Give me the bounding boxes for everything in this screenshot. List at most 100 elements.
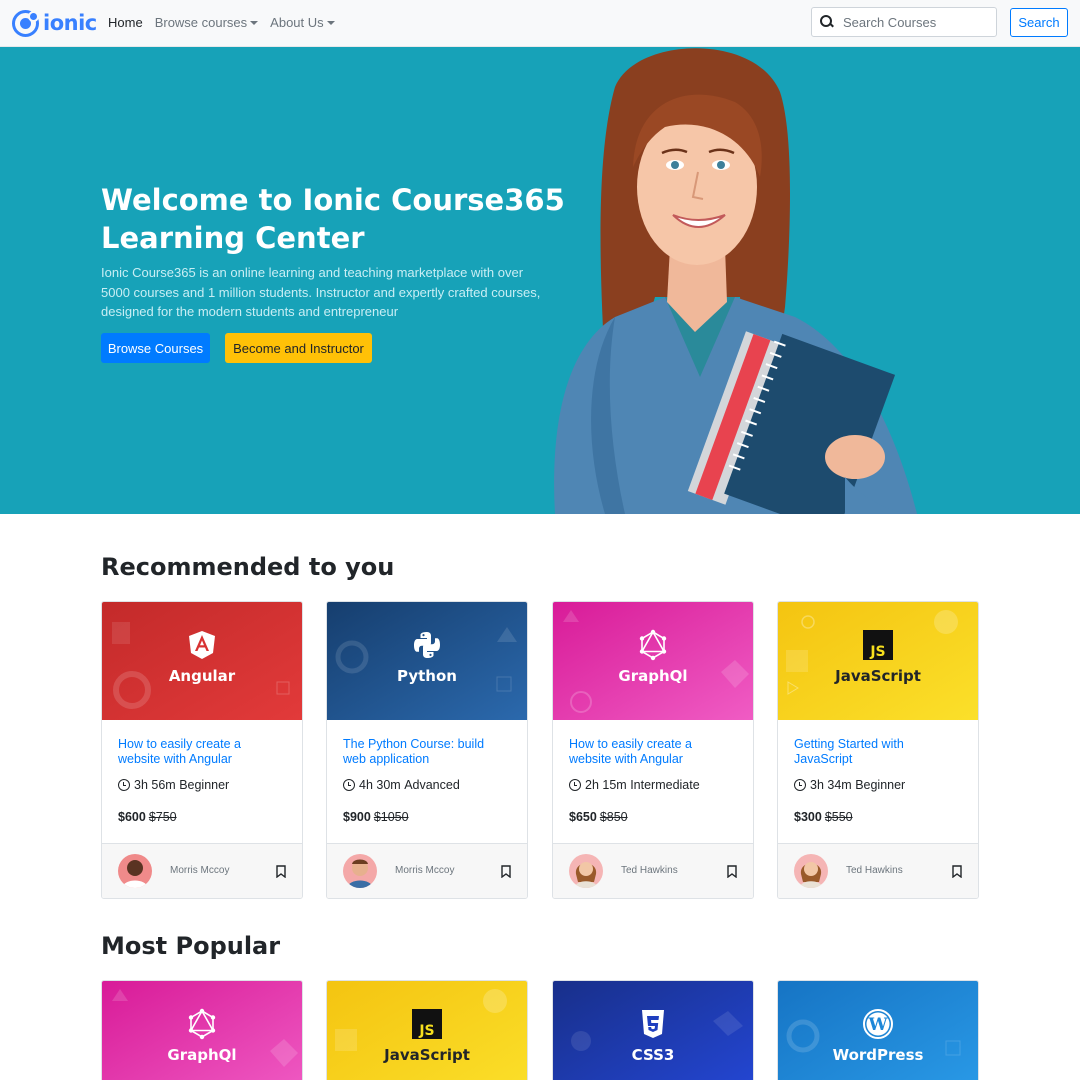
clock-icon bbox=[118, 779, 130, 791]
graphql-icon bbox=[639, 629, 667, 661]
svg-text:JS: JS bbox=[418, 1023, 434, 1039]
angular-icon bbox=[189, 631, 215, 659]
avatar bbox=[569, 854, 603, 888]
course-card[interactable]: GraphQl How to easily create a website w… bbox=[552, 601, 754, 899]
hero-description: Ionic Course365 is an online learning an… bbox=[101, 265, 541, 319]
course-thumbnail-label: JavaScript bbox=[384, 1046, 470, 1064]
course-thumbnail-label: CSS3 bbox=[631, 1046, 675, 1064]
course-thumbnail: Python bbox=[327, 602, 527, 720]
course-thumbnail-label: WordPress bbox=[832, 1046, 924, 1064]
course-thumbnail: GraphQl bbox=[553, 602, 753, 720]
nav-home-label: Home bbox=[108, 15, 143, 30]
course-title-link[interactable]: Getting Started with JavaScript bbox=[794, 737, 959, 767]
course-price: $650 $850 bbox=[569, 810, 628, 824]
graphql-icon bbox=[188, 1008, 216, 1040]
course-thumbnail: Angular bbox=[102, 602, 302, 720]
bookmark-icon[interactable] bbox=[276, 865, 286, 878]
ionic-logo-icon bbox=[12, 9, 39, 37]
svg-text:JS: JS bbox=[869, 644, 885, 660]
nav-about-us[interactable]: About Us bbox=[270, 14, 335, 31]
old-price: $850 bbox=[599, 810, 628, 824]
css3-icon bbox=[642, 1010, 664, 1038]
bookmark-icon[interactable] bbox=[501, 865, 511, 878]
course-level: Beginner bbox=[179, 778, 230, 792]
python-icon bbox=[414, 632, 440, 658]
bookmark-icon[interactable] bbox=[952, 865, 962, 878]
js-icon: JS bbox=[863, 630, 893, 660]
old-price: $750 bbox=[148, 810, 177, 824]
course-card[interactable]: JS JavaScript Getting Started with JavaS… bbox=[777, 601, 979, 899]
course-thumbnail: JS JavaScript bbox=[778, 602, 978, 720]
bookmark-icon[interactable] bbox=[727, 865, 737, 878]
course-duration: 2h 15m bbox=[585, 778, 627, 792]
card-footer: Ted Hawkins bbox=[778, 843, 978, 898]
course-thumbnail-label: GraphQl bbox=[167, 1046, 237, 1064]
nav-home[interactable]: Home bbox=[108, 14, 143, 31]
clock-icon bbox=[569, 779, 581, 791]
course-level: Beginner bbox=[855, 778, 906, 792]
current-price: $900 bbox=[343, 810, 371, 824]
hero-title: Welcome to Ionic Course365 Learning Cent… bbox=[101, 183, 565, 255]
course-duration: 3h 34m bbox=[810, 778, 852, 792]
caret-down-icon bbox=[250, 20, 259, 25]
wordpress-icon: W bbox=[863, 1009, 893, 1039]
course-price: $300 $550 bbox=[794, 810, 853, 824]
author-name: Ted Hawkins bbox=[621, 865, 678, 876]
card-footer: Morris Mccoy bbox=[327, 843, 527, 898]
old-price: $1050 bbox=[373, 810, 409, 824]
svg-text:W: W bbox=[867, 1015, 888, 1035]
course-title-link[interactable]: How to easily create a website with Angu… bbox=[118, 737, 283, 767]
student-image bbox=[554, 48, 917, 514]
nav-about-us-label: About Us bbox=[270, 15, 324, 30]
recommended-section-title: Recommended to you bbox=[101, 553, 395, 581]
brand-name: ionic bbox=[43, 10, 97, 35]
avatar bbox=[794, 854, 828, 888]
current-price: $650 bbox=[569, 810, 597, 824]
course-meta: 2h 15m Intermediate bbox=[569, 778, 700, 792]
browse-courses-button[interactable]: Browse Courses bbox=[101, 333, 210, 363]
course-thumbnail-label: Python bbox=[397, 667, 457, 685]
popular-course-card[interactable]: JS JavaScript bbox=[326, 980, 528, 1080]
navbar: ionic Home Browse courses About Us Searc… bbox=[0, 0, 1080, 47]
popular-course-card[interactable]: GraphQl bbox=[101, 980, 303, 1080]
popular-course-card[interactable]: W WordPress bbox=[777, 980, 979, 1080]
nav-browse-courses[interactable]: Browse courses bbox=[154, 14, 259, 31]
current-price: $600 bbox=[118, 810, 146, 824]
avatar bbox=[343, 854, 377, 888]
search-button[interactable]: Search bbox=[1010, 8, 1068, 37]
popular-section-title: Most Popular bbox=[101, 932, 281, 960]
caret-down-icon bbox=[326, 20, 335, 25]
card-footer: Morris Mccoy bbox=[102, 843, 302, 898]
course-thumbnail-label: GraphQl bbox=[618, 667, 688, 685]
course-level: Intermediate bbox=[630, 778, 700, 792]
course-title-link[interactable]: How to easily create a website with Angu… bbox=[569, 737, 734, 767]
current-price: $300 bbox=[794, 810, 822, 824]
nav-links: Home Browse courses About Us bbox=[108, 14, 347, 31]
popular-course-card[interactable]: CSS3 bbox=[552, 980, 754, 1080]
course-price: $600 $750 bbox=[118, 810, 177, 824]
course-level: Advanced bbox=[404, 778, 460, 792]
course-meta: 3h 34m Beginner bbox=[794, 778, 905, 792]
course-card[interactable]: Angular How to easily create a website w… bbox=[101, 601, 303, 899]
author-name: Morris Mccoy bbox=[170, 865, 230, 876]
author-name: Ted Hawkins bbox=[846, 865, 903, 876]
course-price: $900 $1050 bbox=[343, 810, 409, 824]
become-instructor-button[interactable]: Become and Instructor bbox=[225, 333, 372, 363]
avatar bbox=[118, 854, 152, 888]
js-icon: JS bbox=[412, 1009, 442, 1039]
course-meta: 3h 56m Beginner bbox=[118, 778, 229, 792]
course-title-link[interactable]: The Python Course: build web application bbox=[343, 737, 508, 767]
course-thumbnail-label: Angular bbox=[168, 667, 236, 685]
nav-browse-courses-label: Browse courses bbox=[154, 15, 248, 30]
search-input[interactable] bbox=[840, 9, 990, 35]
course-thumbnail-label: JavaScript bbox=[835, 667, 921, 685]
search-icon bbox=[812, 8, 840, 36]
old-price: $550 bbox=[824, 810, 853, 824]
course-duration: 4h 30m bbox=[359, 778, 401, 792]
ionic-logo[interactable]: ionic bbox=[12, 9, 97, 37]
course-card[interactable]: Python The Python Course: build web appl… bbox=[326, 601, 528, 899]
clock-icon bbox=[794, 779, 806, 791]
hero-banner: Welcome to Ionic Course365 Learning Cent… bbox=[0, 47, 1080, 514]
card-footer: Ted Hawkins bbox=[553, 843, 753, 898]
course-duration: 3h 56m bbox=[134, 778, 176, 792]
